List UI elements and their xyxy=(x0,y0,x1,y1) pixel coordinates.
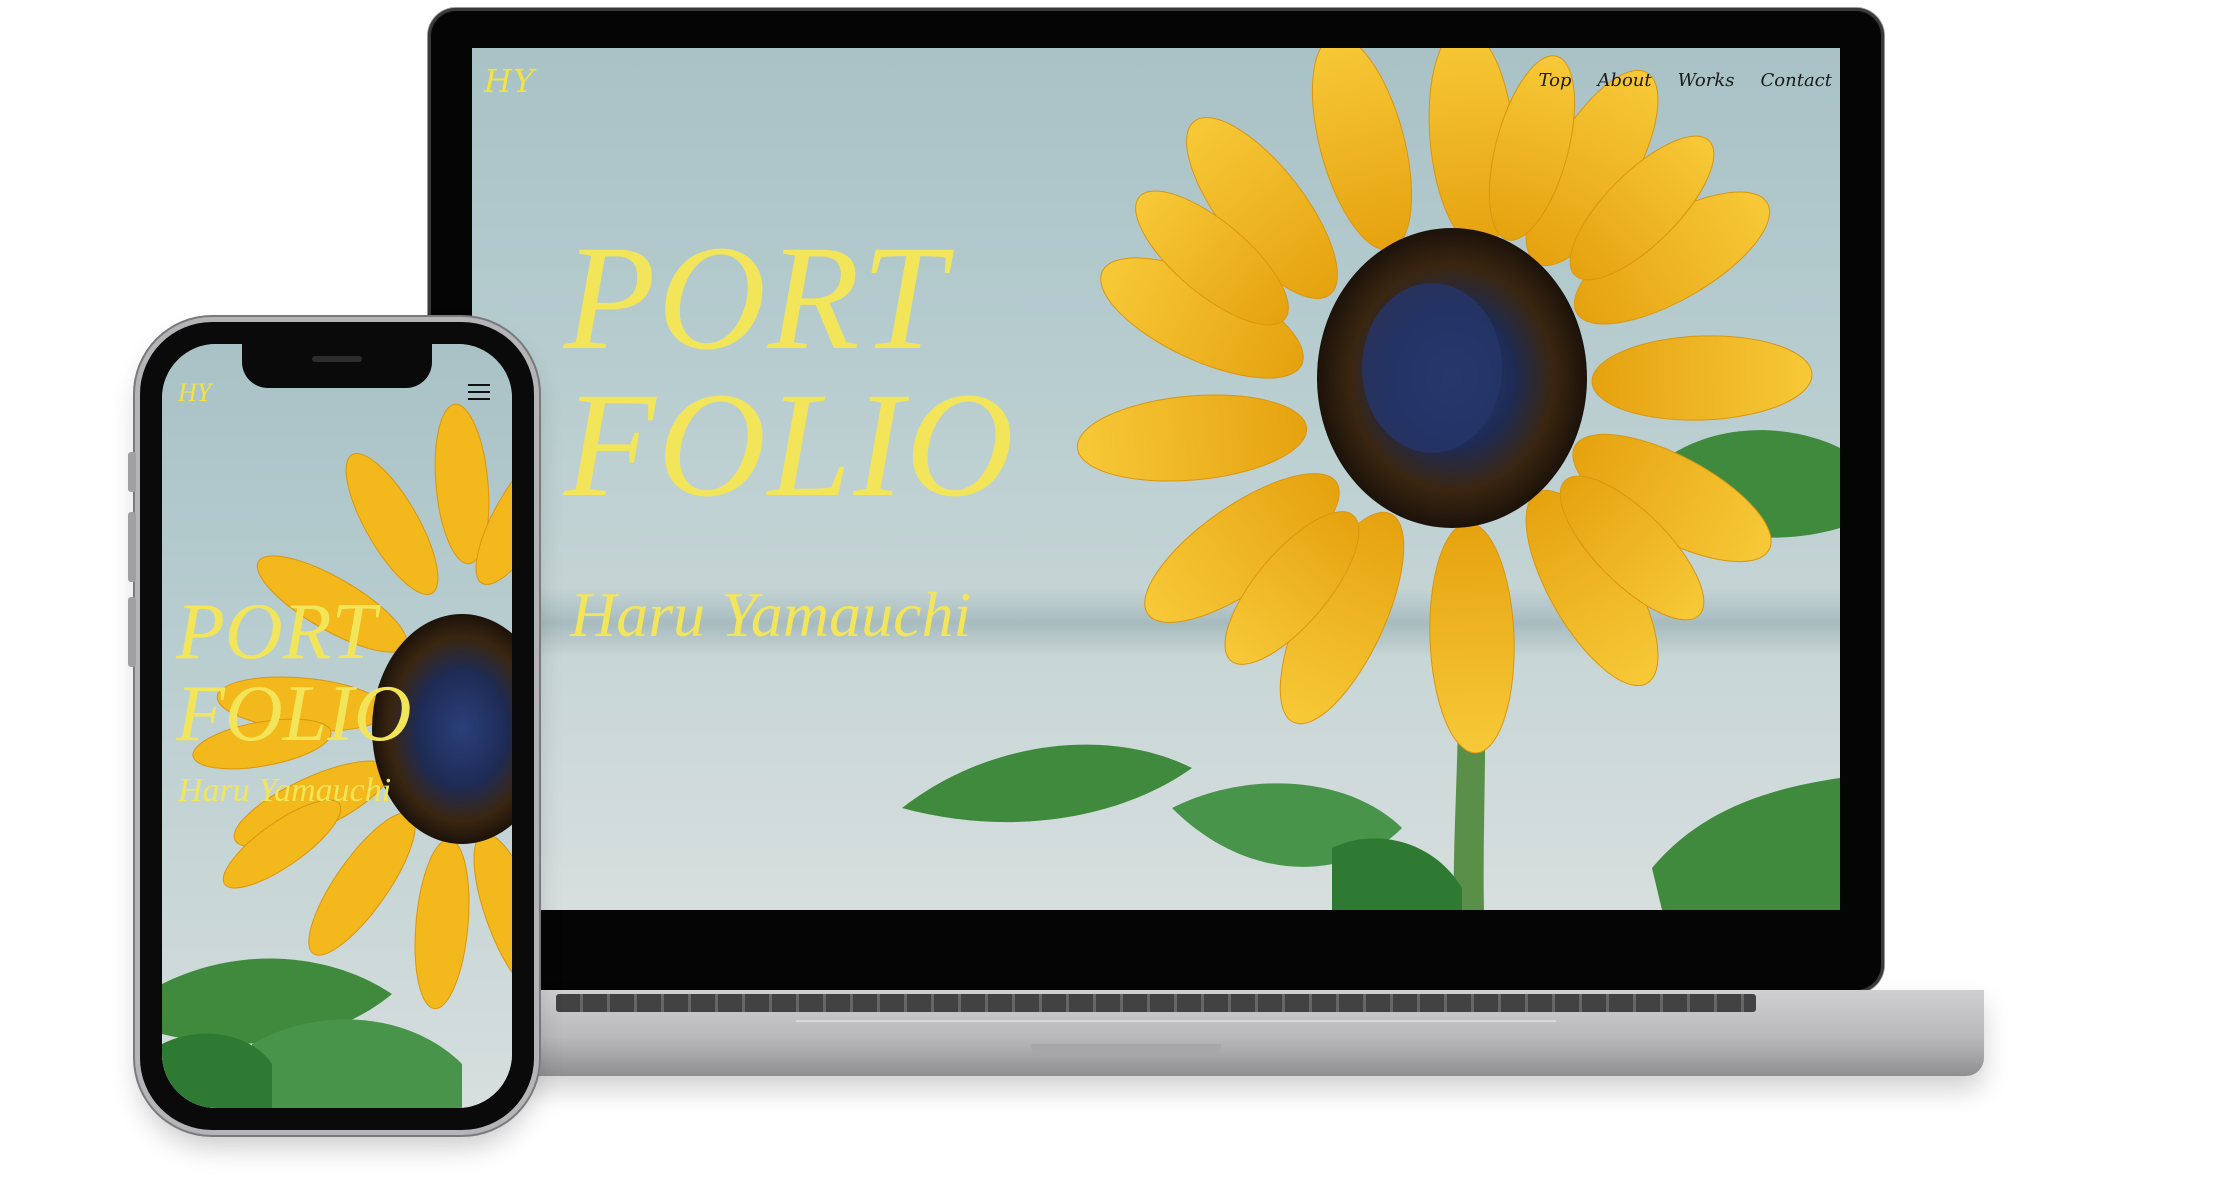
lid-notch xyxy=(1031,1044,1221,1056)
leaf-shape xyxy=(1332,838,1462,910)
phone-side-button xyxy=(128,452,136,492)
phone-side-button xyxy=(128,597,136,667)
hamburger-icon[interactable] xyxy=(468,384,490,400)
keyboard xyxy=(556,994,1756,1012)
leaf-shape xyxy=(1652,778,1840,910)
hero-name: Haru Yamauchi xyxy=(178,772,392,809)
laptop-base xyxy=(496,990,1984,1076)
hero-title-line-1: PORT xyxy=(564,215,947,381)
site-nav: Top About Works Contact xyxy=(1538,70,1832,91)
site-logo[interactable]: HY xyxy=(484,62,535,100)
trackpad-edge xyxy=(796,1020,1556,1022)
hero-title-line-2: FOLIO xyxy=(176,670,412,758)
nav-contact[interactable]: Contact xyxy=(1761,70,1832,91)
nav-works[interactable]: Works xyxy=(1678,70,1735,91)
leaf-shape xyxy=(252,1019,462,1108)
phone-speaker xyxy=(312,356,362,362)
phone-notch xyxy=(242,344,432,388)
phone-device: HY PORT FOLIO Haru Yamauchi xyxy=(128,322,534,1130)
leaf-shape xyxy=(902,744,1192,823)
laptop-screen: HY Top About Works Contact PORT FOLIO Ha… xyxy=(472,48,1840,910)
phone-side-button xyxy=(128,512,136,582)
nav-about[interactable]: About xyxy=(1597,70,1651,91)
nav-top[interactable]: Top xyxy=(1538,70,1571,91)
laptop-device: HY Top About Works Contact PORT FOLIO Ha… xyxy=(428,8,1884,993)
site-logo[interactable]: HY xyxy=(178,378,211,408)
hero-name: Haru Yamauchi xyxy=(570,579,972,650)
hero-title-line-1: PORT xyxy=(176,588,376,676)
phone-screen: HY PORT FOLIO Haru Yamauchi xyxy=(162,344,512,1108)
hero-title-line-2: FOLIO xyxy=(564,362,1016,528)
